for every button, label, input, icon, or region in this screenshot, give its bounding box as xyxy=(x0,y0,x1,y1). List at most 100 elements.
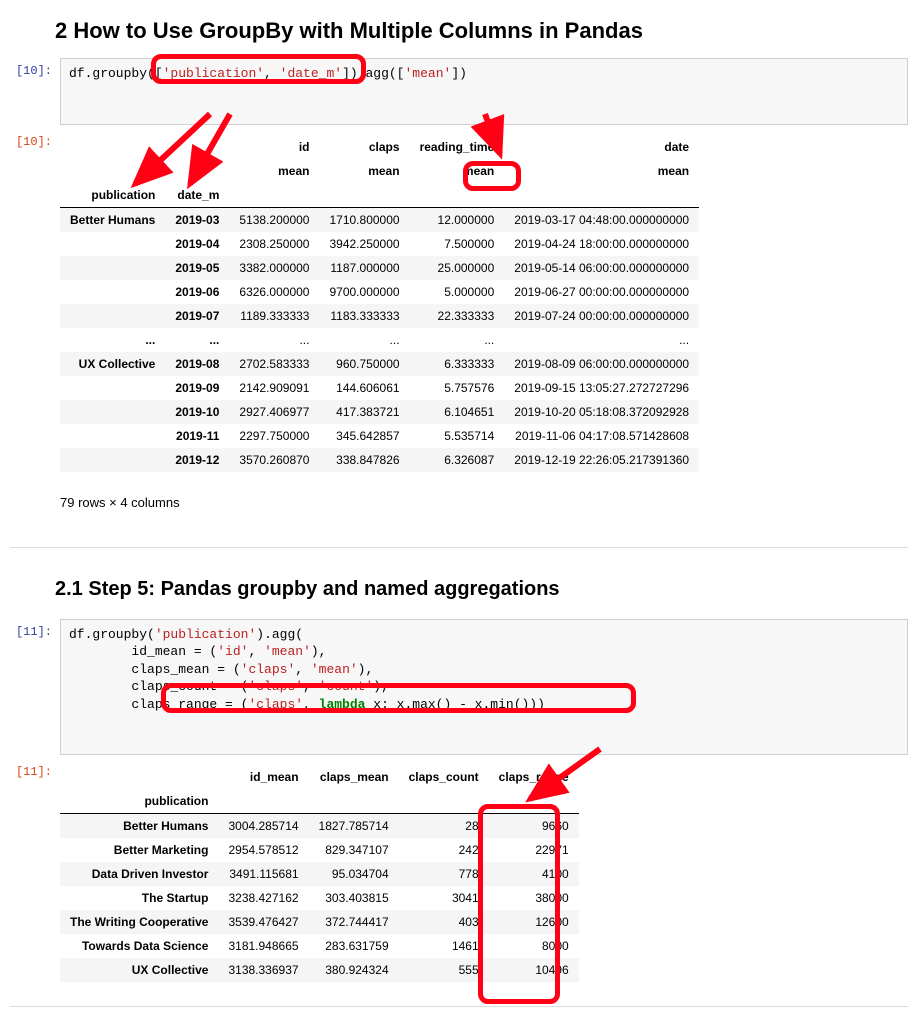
df-cell: 1189.333333 xyxy=(229,304,319,328)
df-cell: 345.642857 xyxy=(319,424,409,448)
df-cell: 2019-07-24 00:00:00.000000000 xyxy=(504,304,699,328)
df-index: UX Collective xyxy=(60,958,218,982)
table-row: The Startup3238.427162303.40381530413800… xyxy=(60,886,579,910)
df-cell: 283.631759 xyxy=(309,934,399,958)
df-cell: 9660 xyxy=(489,814,579,839)
df-index-label xyxy=(229,183,319,208)
df-cell: 5.757576 xyxy=(410,376,505,400)
df-cell: 1461 xyxy=(399,934,489,958)
df-cell: 2019-04-24 18:00:00.000000000 xyxy=(504,232,699,256)
df-cell: 2019-12-19 22:26:05.217391360 xyxy=(504,448,699,472)
df-index: Towards Data Science xyxy=(60,934,218,958)
df-cell: 303.403815 xyxy=(309,886,399,910)
divider xyxy=(10,1006,908,1007)
cell-10-output: [10]: idclapsreading_timedate meanmeanme… xyxy=(10,129,908,527)
df-col-header xyxy=(165,159,229,183)
table-row: 2019-102927.406977417.3837216.1046512019… xyxy=(60,400,699,424)
df-cell: 3942.250000 xyxy=(319,232,409,256)
df-cell: 5138.200000 xyxy=(229,207,319,232)
table-row: Towards Data Science3181.948665283.63175… xyxy=(60,934,579,958)
df-index: ... xyxy=(60,328,165,352)
df-index: 2019-06 xyxy=(165,280,229,304)
df-col-header: date xyxy=(504,135,699,159)
df-index-label xyxy=(504,183,699,208)
df-index-label xyxy=(410,183,505,208)
df-cell: 95.034704 xyxy=(309,862,399,886)
table-row: Better Humans3004.2857141827.78571428966… xyxy=(60,814,579,839)
df-cell: 5.000000 xyxy=(410,280,505,304)
df-cell: 3041 xyxy=(399,886,489,910)
df-cell: 4100 xyxy=(489,862,579,886)
df-cell: 2297.750000 xyxy=(229,424,319,448)
df-cell: 6.326087 xyxy=(410,448,505,472)
df-cell: 2019-11-06 04:17:08.571428608 xyxy=(504,424,699,448)
df-col-header: claps_range xyxy=(489,765,579,789)
df-cell: 403 xyxy=(399,910,489,934)
df-cell: 7.500000 xyxy=(410,232,505,256)
df-cell: 338.847826 xyxy=(319,448,409,472)
df-cell: 38000 xyxy=(489,886,579,910)
table-row: .................. xyxy=(60,328,699,352)
code-input[interactable]: df.groupby('publication').agg( id_mean =… xyxy=(60,619,908,756)
table-row: UX Collective3138.336937380.924324555104… xyxy=(60,958,579,982)
divider xyxy=(10,547,908,548)
df-col-header: claps xyxy=(319,135,409,159)
table-row: Better Marketing2954.578512829.347107242… xyxy=(60,838,579,862)
df-cell: 778 xyxy=(399,862,489,886)
df-cell: 2019-05-14 06:00:00.000000000 xyxy=(504,256,699,280)
df-col-header: id xyxy=(229,135,319,159)
code-input[interactable]: df.groupby(['publication', 'date_m']).ag… xyxy=(60,58,908,125)
cell-11-output: [11]: id_meanclaps_meanclaps_countclaps_… xyxy=(10,759,908,986)
df-index xyxy=(60,448,165,472)
subsection-heading: 2.1 Step 5: Pandas groupby and named agg… xyxy=(55,578,908,601)
dataframe-table: id_meanclaps_meanclaps_countclaps_range … xyxy=(60,765,579,982)
df-cell: 2954.578512 xyxy=(218,838,308,862)
df-cell: 144.606061 xyxy=(319,376,409,400)
df-cell: 2019-08-09 06:00:00.000000000 xyxy=(504,352,699,376)
df-cell: 3382.000000 xyxy=(229,256,319,280)
df-cell: 6326.000000 xyxy=(229,280,319,304)
df-cell: 2308.250000 xyxy=(229,232,319,256)
table-row: 2019-042308.2500003942.2500007.500000201… xyxy=(60,232,699,256)
df-index xyxy=(60,232,165,256)
df-index: Data Driven Investor xyxy=(60,862,218,886)
df-index xyxy=(60,376,165,400)
df-cell: 25.000000 xyxy=(410,256,505,280)
table-row: 2019-092142.909091144.6060615.7575762019… xyxy=(60,376,699,400)
df-index: Better Marketing xyxy=(60,838,218,862)
df-col-header xyxy=(165,135,229,159)
df-index: 2019-03 xyxy=(165,207,229,232)
df-index: 2019-11 xyxy=(165,424,229,448)
df-index-label: date_m xyxy=(165,183,229,208)
df-cell: 3004.285714 xyxy=(218,814,308,839)
df-index: 2019-10 xyxy=(165,400,229,424)
df-index xyxy=(60,280,165,304)
df-index: ... xyxy=(165,328,229,352)
df-col-header: mean xyxy=(504,159,699,183)
df-index: 2019-04 xyxy=(165,232,229,256)
df-cell: 960.750000 xyxy=(319,352,409,376)
df-index xyxy=(60,256,165,280)
dataframe-table: idclapsreading_timedate meanmeanmeanmean… xyxy=(60,135,699,472)
df-col-header: mean xyxy=(319,159,409,183)
df-cell: 2019-03-17 04:48:00.000000000 xyxy=(504,207,699,232)
df-col-header: mean xyxy=(410,159,505,183)
df-cell: 372.744417 xyxy=(309,910,399,934)
df-index: UX Collective xyxy=(60,352,165,376)
cell-11-input: [11]: df.groupby('publication').agg( id_… xyxy=(10,619,908,756)
df-index xyxy=(60,304,165,328)
df-col-header: reading_time xyxy=(410,135,505,159)
df-cell: 3491.115681 xyxy=(218,862,308,886)
df-cell: 22971 xyxy=(489,838,579,862)
df-cell: 3238.427162 xyxy=(218,886,308,910)
df-index: 2019-12 xyxy=(165,448,229,472)
df-cell: 22.333333 xyxy=(410,304,505,328)
df-cell: 6.333333 xyxy=(410,352,505,376)
df-cell: 555 xyxy=(399,958,489,982)
df-cell: 1827.785714 xyxy=(309,814,399,839)
df-cell: ... xyxy=(319,328,409,352)
df-cell: 1187.000000 xyxy=(319,256,409,280)
df-col-header xyxy=(60,765,218,789)
df-index: 2019-07 xyxy=(165,304,229,328)
df-index: Better Humans xyxy=(60,207,165,232)
